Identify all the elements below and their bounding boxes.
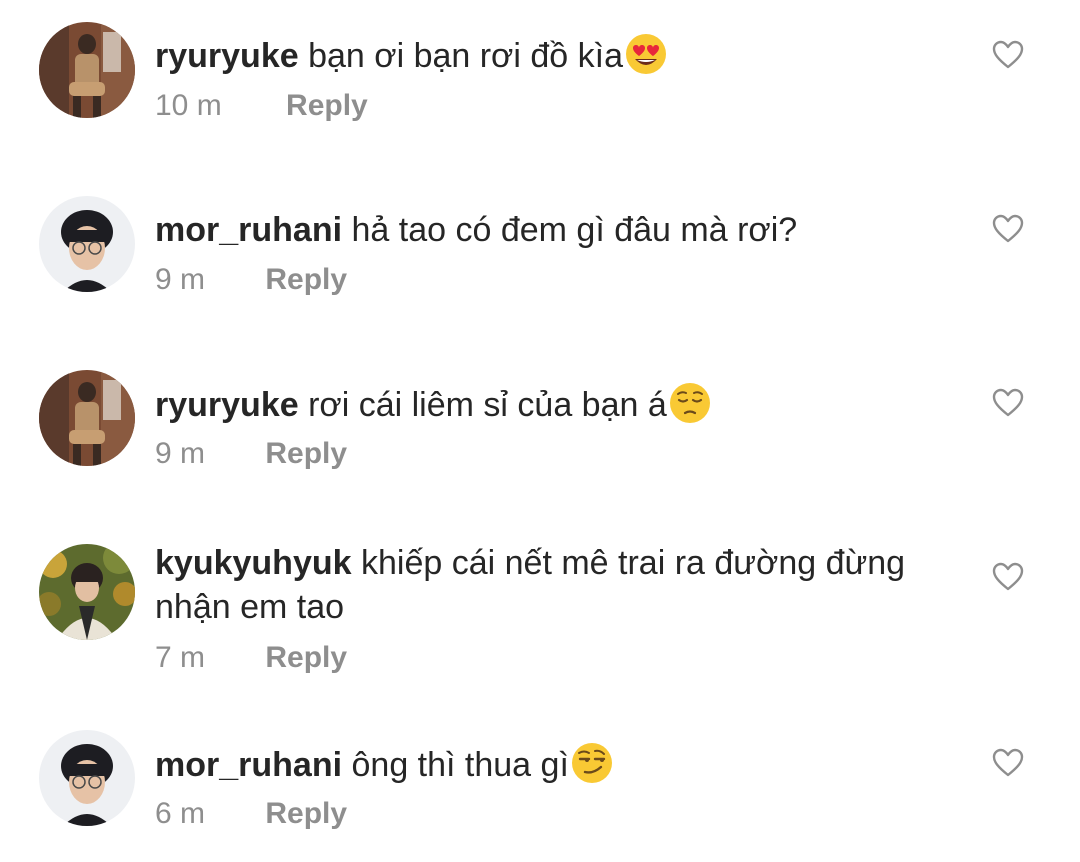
reply-button[interactable]: Reply — [265, 640, 347, 676]
pensive-face-emoji-icon — [669, 382, 711, 424]
comment-text: ryuryuke rơi cái liêm sỉ của bạn á — [155, 382, 955, 427]
avatar[interactable] — [39, 370, 135, 466]
smirking-face-emoji-icon — [571, 742, 613, 784]
comment-meta: 6 m Reply — [155, 796, 347, 832]
reply-button[interactable]: Reply — [286, 88, 368, 124]
comment-text: kyukyuhyuk khiếp cái nết mê trai ra đườn… — [155, 541, 955, 629]
heart-outline-icon[interactable] — [992, 748, 1024, 778]
heart-outline-icon[interactable] — [992, 40, 1024, 70]
comment-meta: 9 m Reply — [155, 262, 347, 298]
comment-time: 9 m — [155, 263, 206, 296]
reply-button[interactable]: Reply — [265, 796, 347, 832]
heart-outline-icon[interactable] — [992, 562, 1024, 592]
reply-button[interactable]: Reply — [265, 262, 347, 298]
comment-body: hả tao có đem gì đâu mà rơi? — [351, 211, 798, 249]
comment-time: 7 m — [155, 641, 206, 674]
reply-button[interactable]: Reply — [265, 436, 347, 472]
comment-text: mor_ruhani ông thì thua gì — [155, 742, 955, 787]
comment-body: bạn ơi bạn rơi đồ kìa — [308, 37, 623, 75]
heart-outline-icon[interactable] — [992, 214, 1024, 244]
heart-eyes-emoji-icon — [625, 33, 667, 75]
comment-time: 9 m — [155, 437, 206, 470]
comment-meta: 7 m Reply — [155, 640, 347, 676]
comment-username[interactable]: ryuryuke — [155, 37, 299, 75]
avatar[interactable] — [39, 196, 135, 292]
comment-username[interactable]: ryuryuke — [155, 386, 299, 424]
comment-meta: 9 m Reply — [155, 436, 347, 472]
comment-time: 10 m — [155, 89, 222, 122]
comment-body: ông thì thua gì — [351, 746, 569, 784]
comment-username[interactable]: kyukyuhyuk — [155, 544, 352, 582]
comment-time: 6 m — [155, 797, 206, 830]
comment-username[interactable]: mor_ruhani — [155, 746, 342, 784]
heart-outline-icon[interactable] — [992, 388, 1024, 418]
avatar[interactable] — [39, 544, 135, 640]
comment-text: ryuryuke bạn ơi bạn rơi đồ kìa — [155, 33, 955, 78]
avatar[interactable] — [39, 22, 135, 118]
comment-username[interactable]: mor_ruhani — [155, 211, 342, 249]
comment-body: rơi cái liêm sỉ của bạn á — [308, 386, 667, 424]
comment-text: mor_ruhani hả tao có đem gì đâu mà rơi? — [155, 208, 955, 252]
comment-meta: 10 m Reply — [155, 88, 368, 124]
avatar[interactable] — [39, 730, 135, 826]
